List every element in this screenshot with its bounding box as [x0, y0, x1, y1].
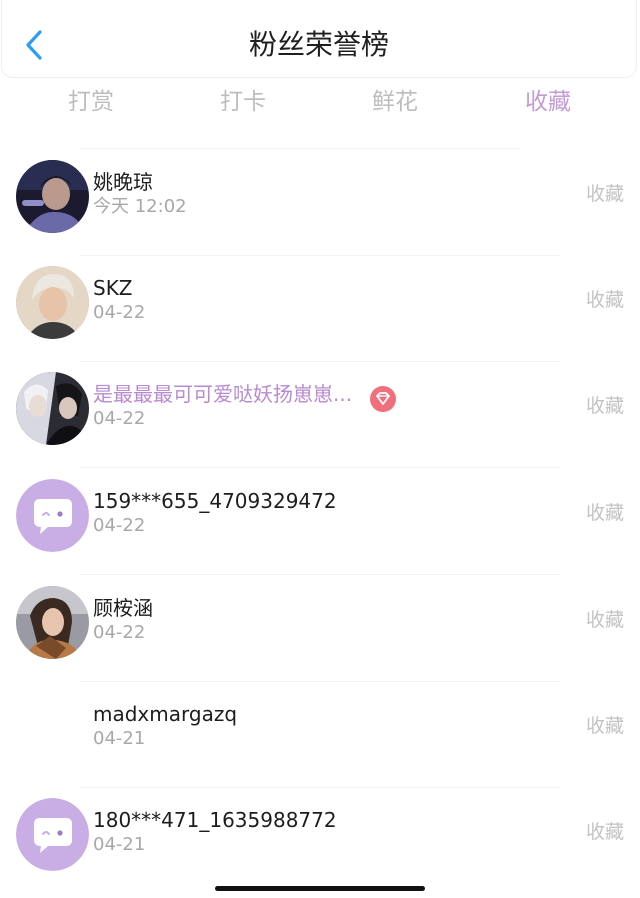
avatar [16, 586, 89, 659]
row-divider [80, 467, 560, 468]
fan-name: 是最最最可可爱哒妖扬崽崽... [93, 382, 353, 406]
avatar [16, 372, 89, 445]
fan-row[interactable]: 159***655_4709329472 04-22 收藏 [0, 469, 640, 575]
action-label: 收藏 [585, 609, 624, 631]
tab-tip[interactable]: 打赏 [31, 84, 151, 120]
fan-date: 04-22 [93, 622, 146, 643]
action-label: 收藏 [585, 502, 624, 524]
top-nav-bar: 粉丝荣誉榜 [1, 0, 637, 78]
tab-favorites[interactable]: 收藏 [488, 84, 608, 120]
default-avatar-icon [16, 798, 89, 871]
tab-checkin[interactable]: 打卡 [183, 84, 303, 120]
fan-name: SKZ [93, 276, 133, 300]
fan-row[interactable]: 姚晚琼 今天 12:02 收藏 [0, 150, 640, 256]
fan-name: 顾桉涵 [93, 596, 153, 620]
tab-flowers[interactable]: 鲜花 [335, 84, 455, 120]
home-indicator[interactable] [215, 886, 425, 891]
row-divider [80, 574, 560, 575]
diamond-badge-icon [370, 386, 396, 412]
action-label: 收藏 [585, 395, 624, 417]
fan-name: 180***471_1635988772 [93, 808, 337, 832]
avatar [16, 160, 89, 233]
fan-date: 04-22 [93, 302, 146, 323]
fan-name: 159***655_4709329472 [93, 489, 337, 513]
fan-date: 04-21 [93, 834, 146, 855]
action-label: 收藏 [585, 183, 624, 205]
action-label: 收藏 [585, 289, 624, 311]
fan-date: 04-21 [93, 728, 146, 749]
action-label: 收藏 [585, 715, 624, 737]
action-label: 收藏 [585, 821, 624, 843]
fan-name: 姚晚琼 [93, 170, 153, 194]
fan-date: 04-22 [93, 408, 146, 429]
fan-date: 04-22 [93, 515, 146, 536]
fan-row[interactable]: madxmargazq 04-21 收藏 [0, 682, 640, 788]
fan-date: 今天 12:02 [93, 196, 187, 217]
fan-row[interactable]: SKZ 04-22 收藏 [0, 256, 640, 362]
tab-bar: 打赏 打卡 鲜花 收藏 [0, 84, 640, 124]
fan-name: madxmargazq [93, 702, 238, 726]
divider [80, 148, 520, 149]
fan-row[interactable]: 是最最最可可爱哒妖扬崽崽... 04-22 收藏 [0, 362, 640, 468]
default-avatar-icon [16, 479, 89, 552]
fan-row[interactable]: 180***471_1635988772 04-21 收藏 [0, 788, 640, 894]
page-title: 粉丝荣誉榜 [248, 28, 389, 61]
avatar [16, 266, 89, 339]
fan-row[interactable]: 顾桉涵 04-22 收藏 [0, 576, 640, 682]
